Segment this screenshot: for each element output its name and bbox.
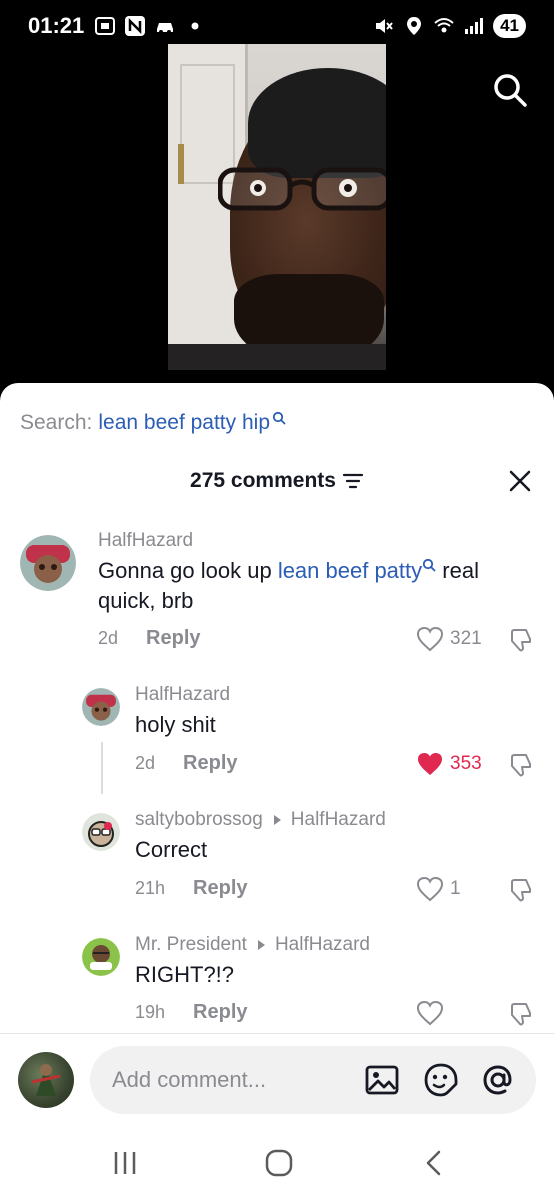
home-icon[interactable] [264,1148,294,1178]
dislike-icon[interactable] [508,877,534,903]
comment-input-placeholder: Add comment... [112,1067,267,1092]
search-icon [272,411,286,425]
search-suggestion[interactable]: Search: lean beef patty hip [20,411,286,435]
comment-time: 21h [135,878,166,898]
comment-text: Correct [135,837,208,862]
my-avatar[interactable] [18,1052,74,1108]
like-count: 353 [450,753,482,774]
heart-icon [416,876,444,902]
reply-target[interactable]: HalfHazard [291,809,386,831]
comment-text: RIGHT?!? [135,962,235,987]
thread-line [101,742,103,794]
emoji-icon[interactable] [423,1062,459,1098]
avatar[interactable] [20,535,76,591]
reply-button[interactable]: Reply [193,1001,247,1024]
comment-username[interactable]: HalfHazard [98,530,193,552]
comment-input[interactable]: Add comment... [90,1046,536,1114]
reply-button[interactable]: Reply [183,752,237,775]
comments-count: 275 comments [190,469,336,492]
mute-icon [373,15,395,37]
reply-button[interactable]: Reply [193,877,247,900]
comment-text: holy shit [135,712,216,737]
like-button[interactable]: 353 [416,751,482,777]
battery-indicator: 41 [493,14,526,38]
close-icon[interactable] [508,469,532,493]
comment-time: 2d [135,753,156,773]
filter-icon[interactable] [342,472,364,490]
avatar[interactable] [82,938,120,976]
reply-arrow-icon [273,815,281,825]
search-link[interactable]: lean beef patty [278,558,422,583]
comment-input-row: Add comment... [0,1046,554,1116]
mention-icon[interactable] [480,1062,516,1098]
search-icon [423,558,436,572]
recent-apps-icon[interactable] [110,1148,140,1178]
signal-icon [463,15,485,37]
video-thumbnail[interactable] [168,44,386,370]
heart-icon [416,1000,444,1026]
search-prefix: Search: [20,411,93,434]
dislike-icon[interactable] [508,752,534,778]
like-count: 321 [450,628,482,649]
reply-button[interactable]: Reply [146,627,200,650]
like-button[interactable]: 1 [416,876,461,902]
comments-header: 275 comments [0,469,554,493]
heart-filled-icon [418,753,442,775]
n-app-icon [124,15,146,37]
comment-text: Gonna go look up lean beef patty real qu… [98,558,479,613]
search-icon[interactable] [492,72,528,108]
comment-username[interactable]: Mr. President HalfHazard [135,934,370,956]
location-icon [403,15,425,37]
divider [0,1033,554,1034]
comment-time: 19h [135,1002,166,1022]
screenshot-icon [94,15,116,37]
reply-target[interactable]: HalfHazard [275,934,370,956]
search-term[interactable]: lean beef patty hip [98,411,270,435]
avatar[interactable] [82,813,120,851]
heart-icon [416,626,444,652]
back-icon[interactable] [420,1148,450,1178]
wifi-icon [433,15,455,37]
avatar[interactable] [82,688,120,726]
comment-username[interactable]: saltybobrossog HalfHazard [135,809,386,831]
system-nav-bar [0,1126,554,1200]
dislike-icon[interactable] [508,1001,534,1027]
dot-icon [184,15,206,37]
like-button[interactable]: 321 [416,626,482,652]
comment-time: 2d [98,628,119,648]
dislike-icon[interactable] [508,627,534,653]
reply-arrow-icon [257,940,265,950]
status-time: 01:21 [28,13,85,38]
durag [248,68,386,178]
like-count: 1 [450,878,461,899]
like-button[interactable] [416,1000,450,1026]
car-icon [154,15,176,37]
image-icon[interactable] [364,1062,400,1098]
glasses [218,167,386,211]
comment-username[interactable]: HalfHazard [135,684,230,706]
